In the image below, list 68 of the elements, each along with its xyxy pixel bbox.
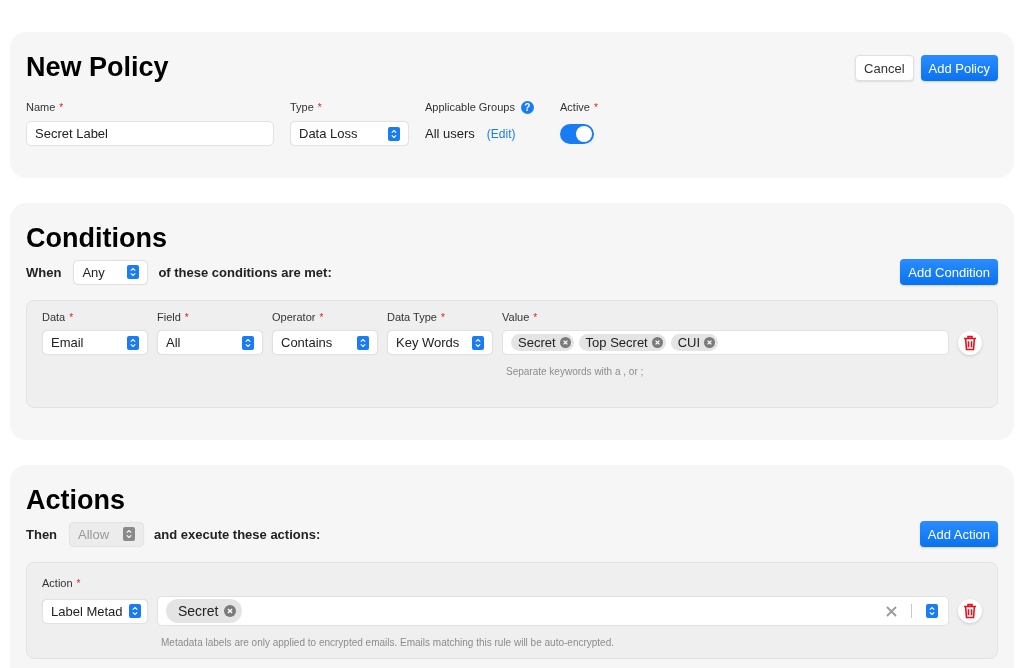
field-label: Data — [42, 310, 66, 325]
toggle-switch[interactable] — [560, 123, 594, 144]
tags-input[interactable]: Secret Top Secret CUI — [502, 330, 949, 355]
rule-text: Then — [26, 526, 58, 542]
field-label: Action — [42, 576, 73, 591]
remove-icon — [559, 337, 571, 348]
remove-icon — [704, 337, 716, 348]
trash-icon — [963, 603, 977, 619]
required-mark: * — [184, 311, 189, 325]
tag-chip[interactable]: Top Secret — [578, 334, 666, 351]
updown-icon — [926, 604, 938, 618]
required-mark: * — [317, 101, 322, 115]
groups-value: All users — [425, 126, 475, 141]
updown-icon — [242, 335, 254, 350]
updown-icon — [127, 335, 139, 350]
remove-icon — [224, 605, 237, 617]
select-dropdown[interactable]: Any — [73, 259, 149, 285]
select-dropdown[interactable]: All — [157, 330, 263, 355]
required-mark: * — [76, 577, 81, 591]
field-label: Operator — [272, 310, 316, 325]
tag-chip[interactable]: Secret — [166, 599, 243, 623]
name-input[interactable]: Secret Label — [26, 121, 274, 146]
tag-chip[interactable]: Secret — [511, 334, 574, 351]
rule-text: and execute these actions: — [154, 526, 321, 542]
secondary-button[interactable]: Cancel — [855, 55, 914, 81]
primary-button[interactable]: Add Policy — [920, 55, 998, 81]
field-label: Value — [502, 310, 530, 325]
rule-text: of these conditions are met: — [158, 264, 332, 280]
updown-icon — [472, 335, 484, 350]
required-mark: * — [69, 311, 74, 325]
add-button[interactable]: Add Condition — [900, 259, 998, 285]
rule-text: When — [26, 264, 62, 280]
field-label: Type — [290, 100, 314, 115]
field-label: Active — [560, 100, 590, 115]
updown-icon — [357, 335, 369, 350]
tags-select[interactable]: Secret — [157, 596, 949, 626]
section-title: Conditions — [26, 222, 168, 255]
hint-text: Separate keywords with a , or ; — [505, 365, 645, 379]
field-label: Name — [26, 100, 56, 115]
delete-button[interactable] — [958, 599, 982, 623]
required-mark: * — [533, 311, 538, 325]
trash-icon — [963, 334, 977, 351]
updown-icon — [127, 265, 140, 279]
hint-text: Metadata labels are only applied to encrypted emails. Emails matching this rule will be auto-encrypted. — [160, 636, 615, 650]
field-label: Data Type — [387, 310, 437, 325]
select-dropdown[interactable]: Data Loss — [290, 121, 409, 146]
edit-link[interactable]: (Edit) — [486, 126, 516, 141]
select-dropdown[interactable]: Label Metad — [42, 598, 148, 624]
remove-icon — [651, 337, 663, 348]
required-mark: * — [593, 101, 598, 115]
help-icon[interactable]: ? — [520, 101, 534, 114]
select-dropdown[interactable]: Key Words — [387, 330, 493, 355]
required-mark: * — [319, 311, 324, 325]
select-dropdown[interactable]: Contains — [272, 330, 378, 355]
required-mark: * — [440, 311, 445, 325]
updown-icon — [388, 126, 400, 141]
clear-icon — [886, 605, 897, 617]
delete-button[interactable] — [958, 330, 982, 355]
tag-chip[interactable]: CUI — [670, 334, 719, 351]
updown-icon — [123, 527, 136, 541]
required-mark: * — [59, 101, 64, 115]
updown-icon — [128, 604, 141, 618]
select-dropdown[interactable]: Email — [42, 330, 148, 355]
field-label: Applicable Groups — [425, 100, 515, 115]
section-title: Actions — [26, 484, 126, 517]
field-label: Field — [157, 310, 181, 325]
page-title: New Policy — [26, 51, 169, 84]
add-button[interactable]: Add Action — [919, 521, 998, 547]
